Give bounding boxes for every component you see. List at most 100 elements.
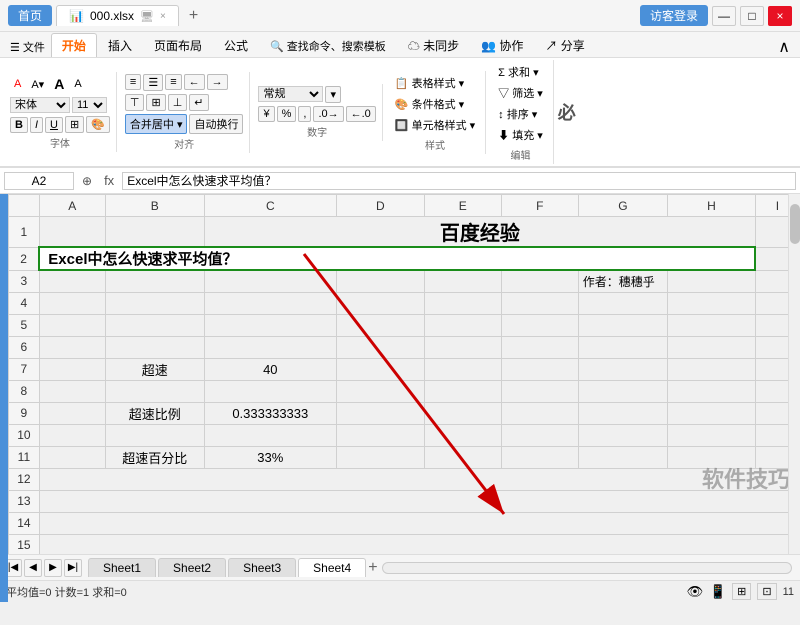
cell-H7[interactable] (667, 358, 755, 380)
col-header-G[interactable]: G (578, 195, 667, 217)
col-header-F[interactable]: F (501, 195, 578, 217)
cell-B4[interactable] (105, 292, 204, 314)
cell-H9[interactable] (667, 402, 755, 424)
currency-button[interactable]: ¥ (258, 106, 274, 122)
cell-A4[interactable] (39, 292, 105, 314)
cell-A8[interactable] (39, 380, 105, 402)
col-header-H[interactable]: H (667, 195, 755, 217)
cell-F10[interactable] (501, 424, 578, 446)
sum-button[interactable]: Σ 求和 ▾ (494, 62, 547, 82)
fill-button[interactable]: ⬇ 填充 ▾ (494, 125, 547, 145)
cell-A3[interactable] (39, 270, 105, 292)
cell-A6[interactable] (39, 336, 105, 358)
tab-close-icon[interactable]: × (160, 11, 166, 22)
font-family-select[interactable]: 宋体 (10, 97, 70, 113)
ribbon-tab-file[interactable]: ☰ 文件 (4, 37, 51, 57)
cell-B3[interactable] (105, 270, 204, 292)
fill-color-button[interactable]: 🎨 (86, 116, 110, 133)
scrollbar-thumb[interactable] (790, 204, 800, 244)
filter-button[interactable]: ▽ 筛选 ▾ (494, 83, 547, 103)
font-size-down[interactable]: A (70, 76, 85, 92)
sort-button[interactable]: ↕ 排序 ▾ (494, 104, 547, 124)
cell-F8[interactable] (501, 380, 578, 402)
cell-title[interactable]: 百度经验 (204, 217, 755, 248)
align-right-button[interactable]: ≡ (165, 74, 181, 90)
sheet-tab-sheet4[interactable]: Sheet4 (298, 558, 366, 577)
table-style-button[interactable]: 📋 表格样式 ▾ (391, 73, 479, 93)
normal-view-button[interactable]: ⊞ (732, 583, 751, 600)
percent-button[interactable]: % (277, 106, 297, 122)
cell-A10[interactable] (39, 424, 105, 446)
cell-H6[interactable] (667, 336, 755, 358)
cell-C5[interactable] (204, 314, 336, 336)
cell-C8[interactable] (204, 380, 336, 402)
ribbon-more-button[interactable]: 必 (558, 99, 576, 125)
font-size-up[interactable]: A (50, 74, 68, 94)
cell-G4[interactable] (578, 292, 667, 314)
cell-F3[interactable] (501, 270, 578, 292)
status-phone-button[interactable]: 📱 (710, 584, 727, 600)
add-sheet-button[interactable]: + (368, 559, 377, 577)
cell-F4[interactable] (501, 292, 578, 314)
cell-C7[interactable]: 40 (204, 358, 336, 380)
wrap-text-button[interactable]: ↵ (189, 94, 208, 111)
cell-C10[interactable] (204, 424, 336, 446)
cell-F11[interactable] (501, 446, 578, 468)
cell-H4[interactable] (667, 292, 755, 314)
cell-F6[interactable] (501, 336, 578, 358)
cell-B8[interactable] (105, 380, 204, 402)
thousand-sep-button[interactable]: , (298, 106, 311, 122)
sheet-scroll-area[interactable]: A B C D E F G H I 1 (8, 194, 800, 554)
valign-mid-button[interactable]: ⊞ (146, 94, 165, 111)
cell-E11[interactable] (424, 446, 501, 468)
minimize-button[interactable]: — (712, 6, 736, 26)
cell-D10[interactable] (336, 424, 424, 446)
maximize-button[interactable]: □ (740, 6, 764, 26)
cell-C3[interactable] (204, 270, 336, 292)
cell-D5[interactable] (336, 314, 424, 336)
cell-G3[interactable]: 作者：穗穗乎 (578, 270, 667, 292)
formula-input[interactable] (122, 172, 796, 190)
font-size-select[interactable]: 11 (72, 97, 107, 113)
col-header-C[interactable]: C (204, 195, 336, 217)
ribbon-tab-layout[interactable]: 页面布局 (143, 33, 213, 57)
cell-C9[interactable]: 0.333333333 (204, 402, 336, 424)
highlight-button[interactable]: A▾ (27, 76, 48, 93)
cell-F9[interactable] (501, 402, 578, 424)
cell-G10[interactable] (578, 424, 667, 446)
cell-B1[interactable] (105, 217, 204, 248)
sheet-nav-prev[interactable]: ◀ (24, 559, 42, 577)
cell-G7[interactable] (578, 358, 667, 380)
indent-decrease-button[interactable]: ← (184, 74, 205, 90)
cell-D8[interactable] (336, 380, 424, 402)
expand-formula-button[interactable]: ⊕ (78, 174, 96, 188)
cell-H11[interactable] (667, 446, 755, 468)
cell-A5[interactable] (39, 314, 105, 336)
bold-button[interactable]: B (10, 117, 28, 133)
vertical-scrollbar[interactable] (788, 194, 800, 554)
col-header-E[interactable]: E (424, 195, 501, 217)
cell-E7[interactable] (424, 358, 501, 380)
cell-G8[interactable] (578, 380, 667, 402)
cell-A11[interactable] (39, 446, 105, 468)
decimal-increase-button[interactable]: .0→ (313, 106, 343, 122)
horizontal-scroll-track[interactable] (382, 562, 792, 574)
number-format-select[interactable]: 常规 (258, 86, 323, 102)
cell-E9[interactable] (424, 402, 501, 424)
valign-bot-button[interactable]: ⊥ (168, 94, 188, 111)
border-button[interactable]: ⊞ (65, 116, 84, 133)
ribbon-tab-formula[interactable]: 公式 (213, 33, 259, 57)
page-layout-view-button[interactable]: ⊡ (757, 583, 776, 600)
italic-button[interactable]: I (30, 117, 43, 133)
cell-H5[interactable] (667, 314, 755, 336)
cell-B11[interactable]: 超速百分比 (105, 446, 204, 468)
cell-D4[interactable] (336, 292, 424, 314)
ribbon-tab-collab[interactable]: 👥 协作 (470, 33, 534, 57)
sheet-nav-last[interactable]: ▶| (64, 559, 82, 577)
cell-D3[interactable] (336, 270, 424, 292)
auto-wrap-button[interactable]: 自动换行 (189, 114, 243, 134)
cell-B5[interactable] (105, 314, 204, 336)
sheet-tab-sheet1[interactable]: Sheet1 (88, 558, 156, 577)
col-header-D[interactable]: D (336, 195, 424, 217)
cell-E4[interactable] (424, 292, 501, 314)
